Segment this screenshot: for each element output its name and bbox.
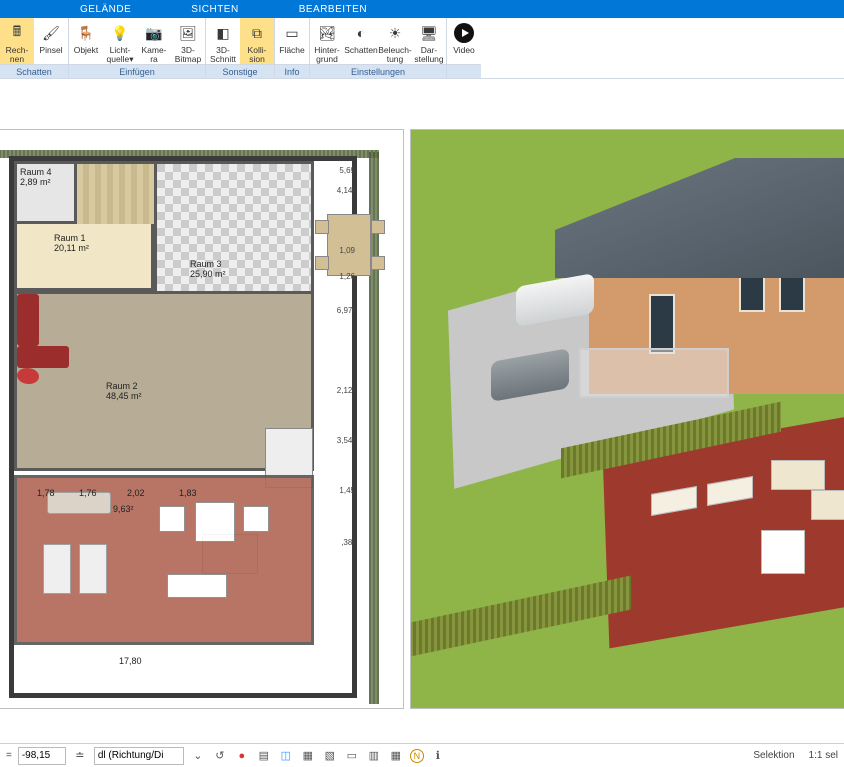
ribbon: 🖩Rech- nen 🖌Pinsel Schatten 🪑Objekt 💡Lic… (0, 18, 844, 79)
hintergrund-button[interactable]: 🏞Hinter- grund (310, 18, 344, 64)
balcony (579, 348, 729, 398)
status-bar: = ≐ ⌄ ↺ ● ▤ ◫ ▦ ▧ ▭ ▥ ▦ N ℹ Selektion 1:… (0, 743, 844, 767)
cube-icon[interactable]: ◫ (278, 748, 294, 764)
flaeche-button[interactable]: ▭Fläche (275, 18, 309, 64)
tab-sichten[interactable]: SICHTEN (191, 4, 238, 15)
room-4[interactable] (17, 164, 77, 224)
terrace[interactable] (14, 475, 314, 645)
floor-plan: Raum 4 2,89 m² Raum 1 20,11 m² Raum 3 25… (9, 156, 357, 698)
calculator-icon: 🖩 (6, 22, 28, 44)
image-icon: 🖼 (177, 22, 199, 44)
sofa-icon (17, 346, 69, 368)
tab-gelaende[interactable]: GELÄNDE (80, 4, 131, 15)
info-icon[interactable]: ℹ (430, 748, 446, 764)
lounger-icon (79, 544, 107, 594)
window-icon (739, 274, 765, 312)
objekt-button[interactable]: 🪑Objekt (69, 18, 103, 64)
main-tab-strip: GELÄNDE SICHTEN BEARBEITEN (0, 0, 844, 18)
group-label-info: Info (275, 64, 309, 78)
wire-icon[interactable]: ▦ (300, 748, 316, 764)
direction-select[interactable] (94, 747, 184, 765)
status-selektion: Selektion (753, 750, 794, 761)
ribbon-group-einfuegen: 🪑Objekt 💡Licht- quelle▾ 📷Kame- ra 🖼3D- B… (69, 18, 206, 78)
lightbulb-icon: 💡 (109, 22, 131, 44)
display-icon: 🖥 (418, 22, 440, 44)
staircase-icon (77, 164, 157, 224)
door-icon (649, 294, 675, 354)
status-eq: = (6, 750, 12, 761)
group-label-einfuegen: Einfügen (69, 64, 205, 78)
beleuchtung-button[interactable]: ☀Beleuch- tung (378, 18, 412, 64)
camera-icon: 📷 (143, 22, 165, 44)
shadow-icon: ◐ (350, 22, 372, 44)
window-icon (779, 274, 805, 312)
kamera-button[interactable]: 📷Kame- ra (137, 18, 171, 64)
pinsel-button[interactable]: 🖌Pinsel (34, 18, 68, 64)
beanbag-icon (17, 368, 39, 384)
room-2[interactable] (14, 291, 314, 471)
brush-icon: 🖌 (40, 22, 62, 44)
lounger-icon (43, 544, 71, 594)
area-icon: ▭ (281, 22, 303, 44)
workspace: Raum 4 2,89 m² Raum 1 20,11 m² Raum 3 25… (0, 79, 844, 719)
patio-sofa-3d (811, 490, 844, 520)
table-3d (761, 530, 805, 574)
patio-chair-icon (159, 506, 185, 532)
chair-icon (371, 256, 385, 270)
darstellung-button[interactable]: 🖥Dar- stellung (412, 18, 446, 64)
kollision-button[interactable]: ⧉Kolli- sion (240, 18, 274, 64)
group-label-schatten: Schatten (0, 64, 68, 78)
ribbon-group-sonstige: ◧3D- Schnitt ⧉Kolli- sion Sonstige (206, 18, 275, 78)
rechnen-button[interactable]: 🖩Rech- nen (0, 18, 34, 64)
ribbon-group-video: Video (447, 18, 481, 78)
record-icon[interactable]: ● (234, 748, 250, 764)
room-1[interactable] (14, 161, 154, 291)
value-input[interactable] (18, 747, 66, 765)
schnitt-button[interactable]: ◧3D- Schnitt (206, 18, 240, 64)
section-icon: ◧ (212, 22, 234, 44)
patio-chair-3d (771, 460, 825, 490)
grid-icon[interactable]: ▦ (388, 748, 404, 764)
bitmap-button[interactable]: 🖼3D- Bitmap (171, 18, 205, 64)
north-icon[interactable]: N (410, 749, 424, 763)
bench-icon (167, 574, 227, 598)
chair-icon (371, 220, 385, 234)
group-label-sonstige: Sonstige (206, 64, 274, 78)
view1-icon[interactable]: ▭ (344, 748, 360, 764)
spinner-icon[interactable]: ≐ (72, 748, 88, 764)
roof (555, 158, 844, 278)
group-label-einstellungen: Einstellungen (310, 64, 446, 78)
video-button[interactable]: Video (447, 18, 481, 64)
ribbon-group-info: ▭Fläche Info (275, 18, 310, 78)
collision-icon: ⧉ (246, 22, 268, 44)
patio-table-icon (195, 502, 235, 542)
chair-icon: 🪑 (75, 22, 97, 44)
ribbon-group-schatten: 🖩Rech- nen 🖌Pinsel Schatten (0, 18, 69, 78)
view2-icon[interactable]: ▥ (366, 748, 382, 764)
lichtquelle-button[interactable]: 💡Licht- quelle▾ (103, 18, 137, 64)
schatten-button[interactable]: ◐Schatten (344, 18, 378, 64)
dimensions: 5,69 4,14² 1,09 1,26 6,97² 2,12² 3,54² 1… (313, 186, 355, 658)
view-2d[interactable]: Raum 4 2,89 m² Raum 1 20,11 m² Raum 3 25… (0, 129, 404, 709)
tab-bearbeiten[interactable]: BEARBEITEN (299, 4, 367, 15)
history-icon[interactable]: ↺ (212, 748, 228, 764)
house-3d (555, 158, 844, 398)
play-icon (453, 22, 475, 44)
shade-icon[interactable]: ▧ (322, 748, 338, 764)
chevron-down-icon[interactable]: ⌄ (190, 748, 206, 764)
status-scale: 1:1 sel (809, 750, 838, 761)
ribbon-group-einstellungen: 🏞Hinter- grund ◐Schatten ☀Beleuch- tung … (310, 18, 447, 78)
patio-chair-icon (243, 506, 269, 532)
patio-sofa-icon (47, 492, 111, 514)
layers-icon[interactable]: ▤ (256, 748, 272, 764)
lighting-icon: ☀ (384, 22, 406, 44)
background-icon: 🏞 (316, 22, 338, 44)
view-3d[interactable] (410, 129, 844, 709)
sofa-icon (17, 294, 39, 346)
